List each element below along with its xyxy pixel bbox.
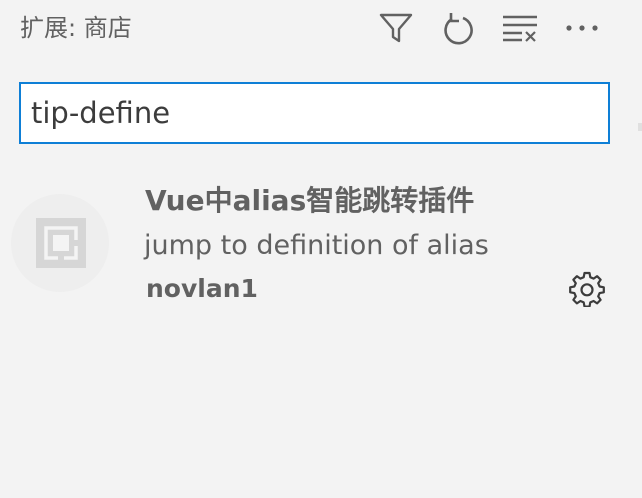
manage-extension-button[interactable] [566, 270, 608, 312]
filter-icon [379, 12, 413, 44]
clear-list-icon [502, 14, 538, 42]
ellipsis-icon [565, 24, 599, 32]
filter-button[interactable] [376, 8, 416, 48]
extension-default-icon [11, 194, 109, 292]
extension-description: jump to definition of alias [144, 230, 489, 261]
extensions-header: 扩展: 商店 [0, 0, 642, 60]
search-box [19, 82, 610, 144]
refresh-button[interactable] [438, 8, 478, 48]
refresh-icon [442, 11, 474, 45]
extension-list-item[interactable]: Vue中alias智能跳转插件 jump to definition of al… [0, 170, 642, 320]
view-title: 扩展: 商店 [20, 14, 132, 42]
more-actions-button[interactable] [562, 8, 602, 48]
gear-icon [569, 271, 605, 311]
search-input[interactable] [21, 84, 608, 142]
extension-name: Vue中alias智能跳转插件 [145, 184, 475, 217]
extension-publisher: novlan1 [146, 274, 258, 303]
scroll-edge-marker [638, 123, 642, 131]
clear-results-button[interactable] [500, 8, 540, 48]
